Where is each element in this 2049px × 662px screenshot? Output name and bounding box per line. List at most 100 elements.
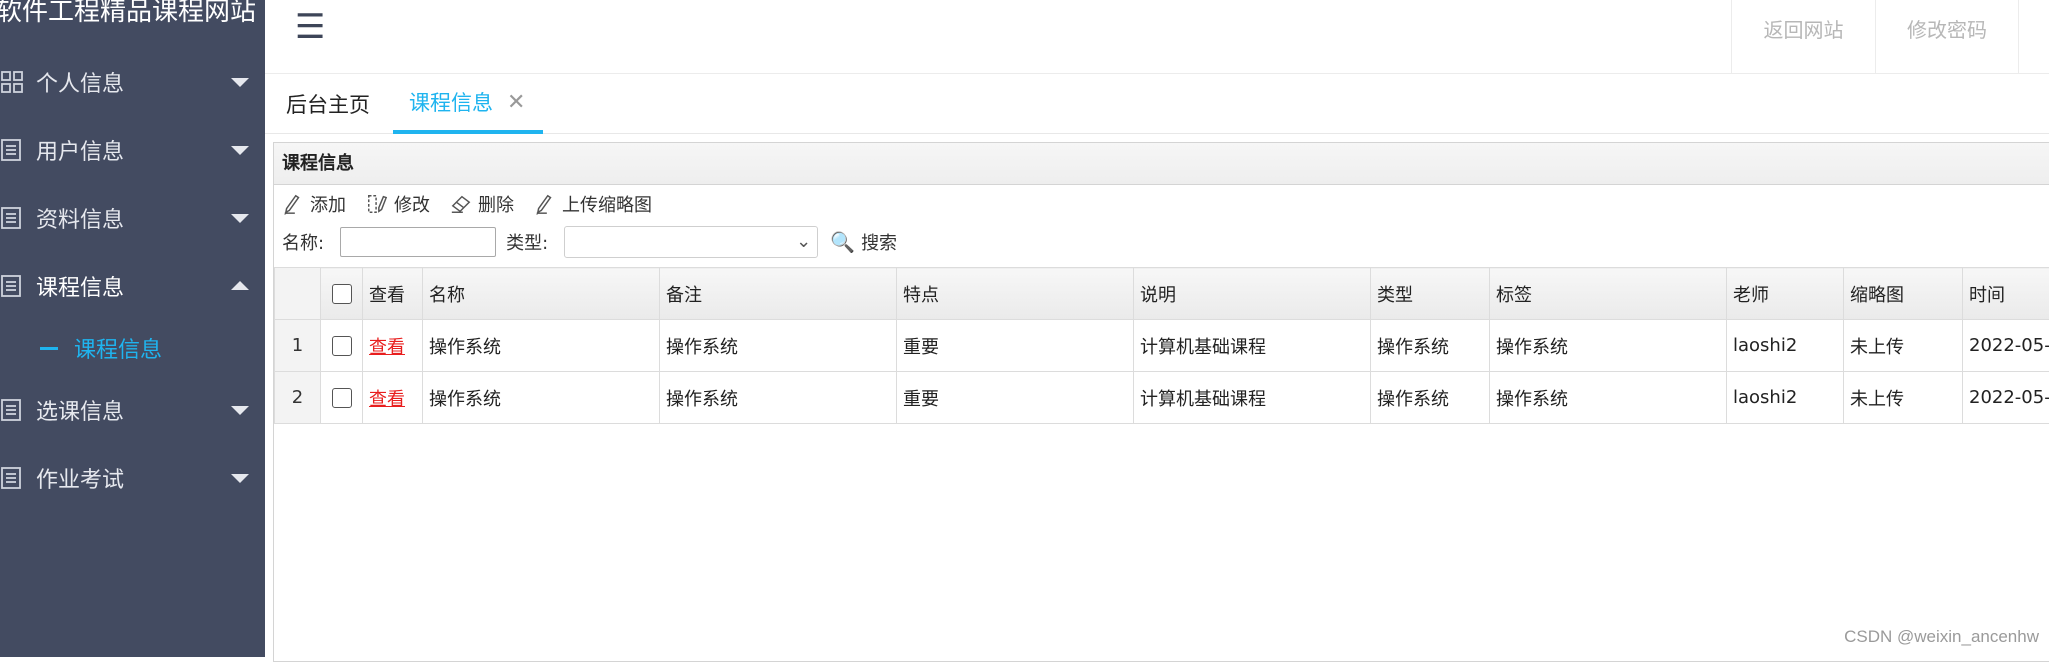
upload-thumbnail-button[interactable]: 上传缩略图 [534, 191, 652, 217]
description-cell: 计算机基础课程 [1134, 320, 1371, 372]
search-label: 搜索 [861, 229, 897, 255]
time-cell: 2022-05- [1963, 372, 2049, 424]
dash-icon [40, 347, 58, 350]
list-icon [0, 398, 24, 422]
teacher-cell: laoshi2 [1727, 320, 1844, 372]
tab-dashboard[interactable]: 后台主页 [265, 74, 390, 134]
search-button[interactable]: 🔍 搜索 [830, 229, 897, 255]
column-header[interactable]: 说明 [1134, 268, 1371, 320]
caret-down-icon [231, 146, 249, 155]
tab-label: 课程信息 [409, 87, 493, 117]
upload-thumbnail-label: 上传缩略图 [562, 191, 652, 217]
feature-cell: 重要 [897, 372, 1134, 424]
pencil-icon [282, 193, 304, 215]
add-label: 添加 [310, 191, 346, 217]
list-icon [0, 466, 24, 490]
row-number-header [275, 268, 321, 320]
watermark: CSDN @weixin_ancenhw [1844, 627, 2039, 647]
type-select[interactable]: ⌄ [564, 226, 818, 258]
sidebar-subitem-course-info[interactable]: 课程信息 [0, 320, 265, 376]
type-label: 类型: [506, 229, 548, 255]
row-checkbox[interactable] [332, 388, 352, 408]
time-cell: 2022-05- [1963, 320, 2049, 372]
edit-label: 修改 [394, 191, 430, 217]
sidebar: 软件工程精品课程网站 个人信息 用户信息 资料信息 [0, 0, 265, 657]
name-search-input[interactable] [340, 227, 496, 257]
eraser-icon [450, 193, 472, 215]
edit-button[interactable]: 修改 [366, 191, 430, 217]
thumbnail-cell: 未上传 [1844, 320, 1963, 372]
edit-icon [366, 193, 388, 215]
column-header[interactable]: 名称 [423, 268, 660, 320]
column-header[interactable]: 时间 [1963, 268, 2049, 320]
sidebar-item-label: 资料信息 [36, 202, 124, 234]
column-header[interactable]: 缩略图 [1844, 268, 1963, 320]
table-header-row: 查看 名称 备注 特点 说明 类型 标签 老师 缩略图 时间 [275, 268, 2049, 320]
caret-down-icon [231, 474, 249, 483]
tab-course-info[interactable]: 课程信息 ✕ [393, 74, 543, 134]
return-to-site-link[interactable]: 返回网站 [1731, 0, 1875, 74]
course-table: 查看 名称 备注 特点 说明 类型 标签 老师 缩略图 时间 1 查看 操作系统… [274, 267, 2049, 424]
view-link[interactable]: 查看 [369, 389, 405, 410]
name-cell: 操作系统 [423, 320, 660, 372]
top-header: ☰ 返回网站 修改密码 [265, 0, 2049, 74]
column-header[interactable]: 老师 [1727, 268, 1844, 320]
column-header[interactable]: 类型 [1371, 268, 1490, 320]
view-link[interactable]: 查看 [369, 337, 405, 358]
toolbar: 添加 修改 删除 上传缩略图 [274, 185, 2049, 223]
chevron-down-icon: ⌄ [796, 231, 811, 252]
add-button[interactable]: 添加 [282, 191, 346, 217]
change-password-link[interactable]: 修改密码 [1875, 0, 2019, 74]
row-checkbox-cell [321, 372, 363, 424]
delete-button[interactable]: 删除 [450, 191, 514, 217]
column-header[interactable]: 特点 [897, 268, 1134, 320]
caret-down-icon [231, 406, 249, 415]
list-icon [0, 274, 24, 298]
column-header[interactable]: 标签 [1490, 268, 1727, 320]
table-row[interactable]: 2 查看 操作系统 操作系统 重要 计算机基础课程 操作系统 操作系统 laos… [275, 372, 2049, 424]
grid-icon [0, 70, 24, 94]
row-checkbox-cell [321, 320, 363, 372]
close-icon[interactable]: ✕ [507, 90, 525, 115]
column-header[interactable]: 备注 [660, 268, 897, 320]
caret-down-icon [231, 214, 249, 223]
list-icon [0, 138, 24, 162]
sidebar-menu: 个人信息 用户信息 资料信息 课程信息 课程信息 [0, 48, 265, 512]
remark-cell: 操作系统 [660, 320, 897, 372]
list-icon [0, 206, 24, 230]
feature-cell: 重要 [897, 320, 1134, 372]
sidebar-item-label: 课程信息 [36, 270, 124, 302]
remark-cell: 操作系统 [660, 372, 897, 424]
sidebar-item-enrollment[interactable]: 选课信息 [0, 376, 265, 444]
panel-title: 课程信息 [274, 143, 2049, 185]
select-all-checkbox[interactable] [332, 284, 352, 304]
sidebar-item-courses[interactable]: 课程信息 [0, 252, 265, 320]
view-cell: 查看 [363, 372, 423, 424]
table-row[interactable]: 1 查看 操作系统 操作系统 重要 计算机基础课程 操作系统 操作系统 laos… [275, 320, 2049, 372]
type-cell: 操作系统 [1371, 372, 1490, 424]
tag-cell: 操作系统 [1490, 372, 1727, 424]
sidebar-item-materials[interactable]: 资料信息 [0, 184, 265, 252]
description-cell: 计算机基础课程 [1134, 372, 1371, 424]
course-info-panel: 课程信息 添加 修改 删除 上传缩略图 名称: 类型: ⌄ 🔍 搜索 [273, 142, 2049, 662]
site-title: 软件工程精品课程网站 [0, 0, 256, 32]
select-all-cell [321, 268, 363, 320]
tab-label: 后台主页 [286, 89, 370, 119]
search-bar: 名称: 类型: ⌄ 🔍 搜索 [274, 223, 2049, 261]
row-number: 2 [275, 372, 321, 424]
name-label: 名称: [282, 229, 324, 255]
tag-cell: 操作系统 [1490, 320, 1727, 372]
row-checkbox[interactable] [332, 336, 352, 356]
type-cell: 操作系统 [1371, 320, 1490, 372]
sidebar-item-users[interactable]: 用户信息 [0, 116, 265, 184]
sidebar-item-homework[interactable]: 作业考试 [0, 444, 265, 512]
sidebar-item-personal[interactable]: 个人信息 [0, 48, 265, 116]
pencil-icon [534, 193, 556, 215]
sidebar-item-label: 作业考试 [36, 462, 124, 494]
name-cell: 操作系统 [423, 372, 660, 424]
caret-up-icon [231, 281, 249, 290]
search-icon: 🔍 [830, 230, 855, 254]
sidebar-item-label: 选课信息 [36, 394, 124, 426]
hamburger-menu-icon[interactable]: ☰ [295, 10, 325, 44]
column-header[interactable]: 查看 [363, 268, 423, 320]
